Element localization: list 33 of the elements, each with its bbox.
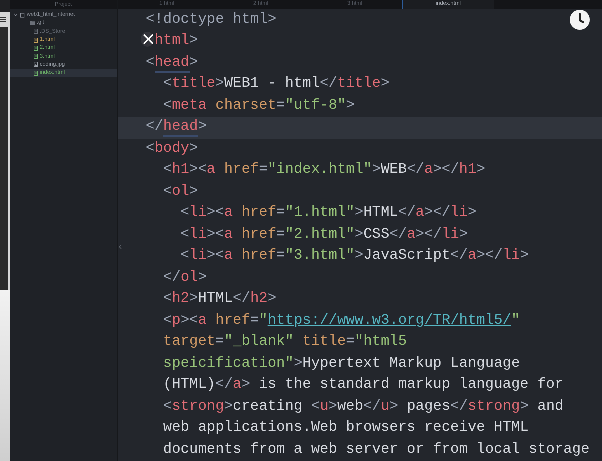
repo-icon xyxy=(20,12,25,18)
code-line: target="_blank" title="html5 xyxy=(162,334,408,350)
code-line: <strong>creating <u>web</u> pages</strong> and xyxy=(162,398,564,414)
menu-icon[interactable] xyxy=(0,16,6,22)
code-line: documents from a web server or from local storage xyxy=(162,442,590,458)
code-line: </ol> xyxy=(162,270,207,286)
close-button[interactable]: × xyxy=(141,32,154,47)
file-icon xyxy=(34,38,38,43)
clock-icon[interactable] xyxy=(570,10,590,30)
code-line: <ol> xyxy=(162,184,198,200)
code-line: <li><a href="1.html">HTML</a></li> xyxy=(180,205,477,221)
chevron-icon xyxy=(14,13,18,18)
code-line: <li><a href="2.html">CSS</a></li> xyxy=(180,226,468,242)
code-line: speicification">Hypertext Markup Language xyxy=(162,356,520,372)
code-line: <head> xyxy=(146,54,198,72)
code-line: <!doctype html> xyxy=(146,12,277,28)
folder-icon xyxy=(30,21,35,26)
code-line: <body> xyxy=(146,140,198,156)
code-line: (HTML)</a> is the standard markup language for xyxy=(162,377,564,393)
code-line: <li><a href="3.html">JavaScript</a></li> xyxy=(180,248,529,264)
file-icon xyxy=(34,70,38,76)
code-line: <p><a href="https://www.w3.org/TR/html5/" xyxy=(162,312,520,328)
code-line: <h1><a href="index.html">WEB</a></h1> xyxy=(162,162,486,178)
file-icon xyxy=(34,29,38,34)
code-line: <h2>HTML</h2> xyxy=(162,291,277,307)
code-line: web applications.Web browsers receive HTML xyxy=(162,420,529,436)
file-icon xyxy=(34,54,38,60)
code-line: <title>WEB1 - html</title> xyxy=(162,76,390,92)
file-icon xyxy=(34,46,38,51)
code-line: html> xyxy=(154,33,198,49)
image-file-icon xyxy=(34,62,38,68)
code-line: <meta charset="utf-8"> xyxy=(162,98,355,114)
code-line: </head> xyxy=(146,119,207,137)
